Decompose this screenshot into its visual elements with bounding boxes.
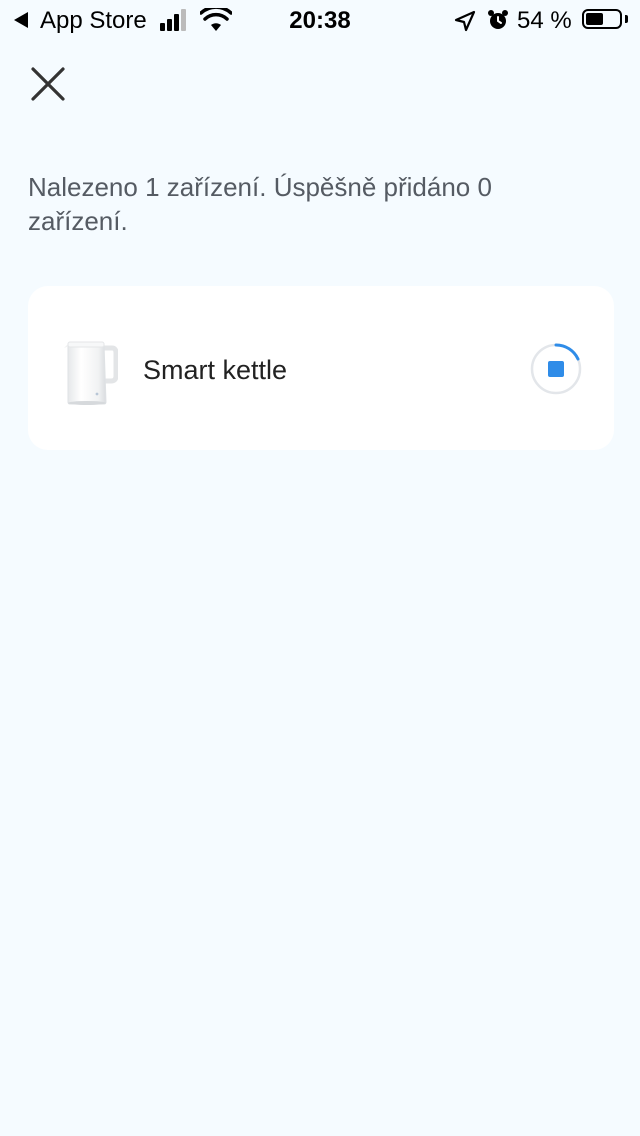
battery-icon — [582, 9, 622, 29]
device-name: Smart kettle — [143, 355, 288, 385]
location-arrow-icon — [454, 10, 476, 39]
close-button[interactable] — [22, 58, 74, 110]
status-bar: App Store 20:38 54 % — [0, 0, 640, 40]
stop-progress-icon — [530, 343, 582, 395]
battery-tip — [625, 15, 628, 23]
alarm-clock-icon — [486, 8, 510, 39]
stop-adding-button[interactable] — [528, 341, 584, 397]
kettle-image — [62, 336, 119, 406]
found-devices-message: Nalezeno 1 zařízení. Úspěšně přidáno 0 z… — [28, 172, 492, 236]
battery-level-fill — [586, 13, 603, 25]
battery-percent: 54 % — [517, 7, 572, 34]
close-icon — [31, 67, 65, 101]
device-card[interactable]: Smart kettle — [28, 286, 614, 450]
